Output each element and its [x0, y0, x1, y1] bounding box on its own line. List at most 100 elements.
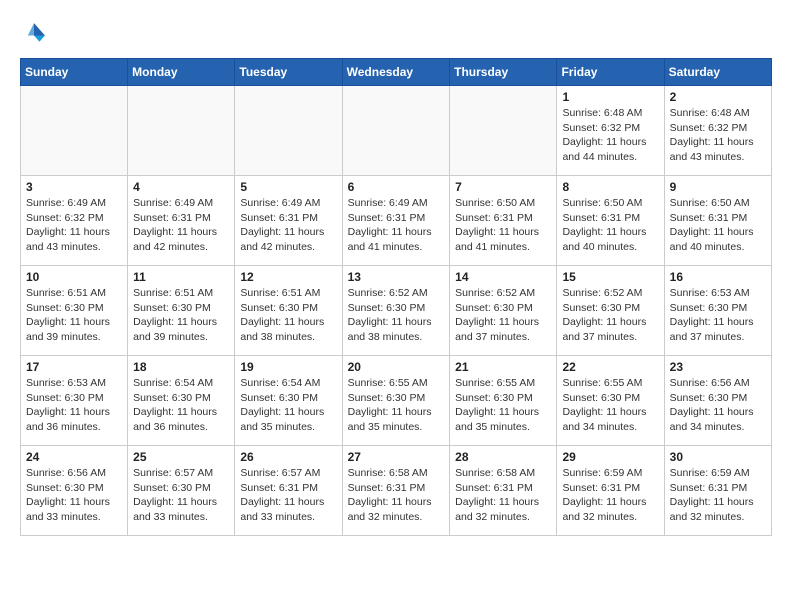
day-info: Sunrise: 6:48 AMSunset: 6:32 PMDaylight:…	[670, 106, 766, 165]
calendar-day-cell: 23 Sunrise: 6:56 AMSunset: 6:30 PMDayligh…	[664, 356, 771, 446]
day-info: Sunrise: 6:55 AMSunset: 6:30 PMDaylight:…	[562, 376, 658, 435]
calendar-day-cell: 24 Sunrise: 6:56 AMSunset: 6:30 PMDayligh…	[21, 446, 128, 536]
day-of-week-header: Friday	[557, 59, 664, 86]
day-info: Sunrise: 6:58 AMSunset: 6:31 PMDaylight:…	[348, 466, 445, 525]
day-number: 18	[133, 360, 229, 374]
day-info: Sunrise: 6:51 AMSunset: 6:30 PMDaylight:…	[133, 286, 229, 345]
day-info: Sunrise: 6:54 AMSunset: 6:30 PMDaylight:…	[133, 376, 229, 435]
calendar-day-cell: 26Sunrise: 6:57 AMSunset: 6:31 PMDayligh…	[235, 446, 342, 536]
day-info: Sunrise: 6:54 AMSunset: 6:30 PMDaylight:…	[240, 376, 336, 435]
calendar-day-cell: 9 Sunrise: 6:50 AMSunset: 6:31 PMDaylight…	[664, 176, 771, 266]
day-number: 4	[133, 180, 229, 194]
calendar-day-cell: 17 Sunrise: 6:53 AMSunset: 6:30 PMDayligh…	[21, 356, 128, 446]
calendar-day-cell: 8 Sunrise: 6:50 AMSunset: 6:31 PMDaylight…	[557, 176, 664, 266]
day-number: 19	[240, 360, 336, 374]
day-info: Sunrise: 6:57 AMSunset: 6:31 PMDaylight:…	[240, 466, 336, 525]
day-number: 1	[562, 90, 658, 104]
day-number: 7	[455, 180, 551, 194]
day-info: Sunrise: 6:59 AMSunset: 6:31 PMDaylight:…	[670, 466, 766, 525]
calendar-week-row: 24 Sunrise: 6:56 AMSunset: 6:30 PMDayligh…	[21, 446, 772, 536]
calendar-day-cell	[235, 86, 342, 176]
day-of-week-header: Tuesday	[235, 59, 342, 86]
day-number: 8	[562, 180, 658, 194]
day-info: Sunrise: 6:52 AMSunset: 6:30 PMDaylight:…	[348, 286, 445, 345]
calendar-day-cell: 12 Sunrise: 6:51 AMSunset: 6:30 PMDayligh…	[235, 266, 342, 356]
day-number: 21	[455, 360, 551, 374]
day-info: Sunrise: 6:49 AMSunset: 6:31 PMDaylight:…	[348, 196, 445, 255]
day-info: Sunrise: 6:53 AMSunset: 6:30 PMDaylight:…	[26, 376, 122, 435]
day-number: 6	[348, 180, 445, 194]
day-number: 22	[562, 360, 658, 374]
calendar-week-row: 3Sunrise: 6:49 AMSunset: 6:32 PMDaylight…	[21, 176, 772, 266]
day-info: Sunrise: 6:50 AMSunset: 6:31 PMDaylight:…	[670, 196, 766, 255]
calendar-day-cell: 1 Sunrise: 6:48 AMSunset: 6:32 PMDaylight…	[557, 86, 664, 176]
logo-icon	[20, 20, 48, 48]
calendar-day-cell: 22 Sunrise: 6:55 AMSunset: 6:30 PMDayligh…	[557, 356, 664, 446]
day-number: 11	[133, 270, 229, 284]
day-number: 2	[670, 90, 766, 104]
page-header	[20, 20, 772, 48]
day-number: 15	[562, 270, 658, 284]
day-info: Sunrise: 6:51 AMSunset: 6:30 PMDaylight:…	[240, 286, 336, 345]
day-number: 13	[348, 270, 445, 284]
calendar-week-row: 10 Sunrise: 6:51 AMSunset: 6:30 PMDayligh…	[21, 266, 772, 356]
day-number: 9	[670, 180, 766, 194]
calendar-day-cell: 21 Sunrise: 6:55 AMSunset: 6:30 PMDayligh…	[450, 356, 557, 446]
day-of-week-header: Wednesday	[342, 59, 450, 86]
day-number: 12	[240, 270, 336, 284]
day-number: 17	[26, 360, 122, 374]
calendar-day-cell: 7 Sunrise: 6:50 AMSunset: 6:31 PMDaylight…	[450, 176, 557, 266]
day-number: 10	[26, 270, 122, 284]
day-of-week-header: Sunday	[21, 59, 128, 86]
day-info: Sunrise: 6:50 AMSunset: 6:31 PMDaylight:…	[455, 196, 551, 255]
day-number: 30	[670, 450, 766, 464]
calendar-day-cell	[128, 86, 235, 176]
day-number: 28	[455, 450, 551, 464]
calendar-day-cell: 3Sunrise: 6:49 AMSunset: 6:32 PMDaylight…	[21, 176, 128, 266]
day-number: 20	[348, 360, 445, 374]
calendar-header-row: SundayMondayTuesdayWednesdayThursdayFrid…	[21, 59, 772, 86]
calendar-day-cell: 28 Sunrise: 6:58 AMSunset: 6:31 PMDayligh…	[450, 446, 557, 536]
calendar-day-cell: 5Sunrise: 6:49 AMSunset: 6:31 PMDaylight…	[235, 176, 342, 266]
day-info: Sunrise: 6:51 AMSunset: 6:30 PMDaylight:…	[26, 286, 122, 345]
calendar-day-cell	[21, 86, 128, 176]
calendar-day-cell: 2 Sunrise: 6:48 AMSunset: 6:32 PMDaylight…	[664, 86, 771, 176]
day-info: Sunrise: 6:49 AMSunset: 6:32 PMDaylight:…	[26, 196, 122, 255]
day-info: Sunrise: 6:58 AMSunset: 6:31 PMDaylight:…	[455, 466, 551, 525]
day-info: Sunrise: 6:57 AMSunset: 6:30 PMDaylight:…	[133, 466, 229, 525]
day-info: Sunrise: 6:59 AMSunset: 6:31 PMDaylight:…	[562, 466, 658, 525]
day-info: Sunrise: 6:49 AMSunset: 6:31 PMDaylight:…	[133, 196, 229, 255]
day-info: Sunrise: 6:50 AMSunset: 6:31 PMDaylight:…	[562, 196, 658, 255]
day-number: 14	[455, 270, 551, 284]
day-info: Sunrise: 6:55 AMSunset: 6:30 PMDaylight:…	[455, 376, 551, 435]
calendar-day-cell: 16Sunrise: 6:53 AMSunset: 6:30 PMDayligh…	[664, 266, 771, 356]
day-info: Sunrise: 6:48 AMSunset: 6:32 PMDaylight:…	[562, 106, 658, 165]
day-number: 27	[348, 450, 445, 464]
calendar-day-cell: 15 Sunrise: 6:52 AMSunset: 6:30 PMDayligh…	[557, 266, 664, 356]
calendar-day-cell	[450, 86, 557, 176]
day-number: 29	[562, 450, 658, 464]
day-number: 16	[670, 270, 766, 284]
calendar-day-cell: 13 Sunrise: 6:52 AMSunset: 6:30 PMDayligh…	[342, 266, 450, 356]
day-of-week-header: Monday	[128, 59, 235, 86]
calendar-table: SundayMondayTuesdayWednesdayThursdayFrid…	[20, 58, 772, 536]
day-number: 25	[133, 450, 229, 464]
day-info: Sunrise: 6:56 AMSunset: 6:30 PMDaylight:…	[670, 376, 766, 435]
day-info: Sunrise: 6:56 AMSunset: 6:30 PMDaylight:…	[26, 466, 122, 525]
day-number: 5	[240, 180, 336, 194]
day-info: Sunrise: 6:52 AMSunset: 6:30 PMDaylight:…	[455, 286, 551, 345]
calendar-day-cell: 18 Sunrise: 6:54 AMSunset: 6:30 PMDayligh…	[128, 356, 235, 446]
day-number: 24	[26, 450, 122, 464]
calendar-day-cell: 29 Sunrise: 6:59 AMSunset: 6:31 PMDayligh…	[557, 446, 664, 536]
calendar-day-cell	[342, 86, 450, 176]
day-number: 23	[670, 360, 766, 374]
calendar-day-cell: 4 Sunrise: 6:49 AMSunset: 6:31 PMDaylight…	[128, 176, 235, 266]
day-info: Sunrise: 6:55 AMSunset: 6:30 PMDaylight:…	[348, 376, 445, 435]
logo	[20, 20, 52, 48]
calendar-day-cell: 6 Sunrise: 6:49 AMSunset: 6:31 PMDaylight…	[342, 176, 450, 266]
calendar-day-cell: 20 Sunrise: 6:55 AMSunset: 6:30 PMDayligh…	[342, 356, 450, 446]
calendar-week-row: 17 Sunrise: 6:53 AMSunset: 6:30 PMDayligh…	[21, 356, 772, 446]
day-info: Sunrise: 6:52 AMSunset: 6:30 PMDaylight:…	[562, 286, 658, 345]
calendar-day-cell: 14 Sunrise: 6:52 AMSunset: 6:30 PMDayligh…	[450, 266, 557, 356]
day-of-week-header: Thursday	[450, 59, 557, 86]
